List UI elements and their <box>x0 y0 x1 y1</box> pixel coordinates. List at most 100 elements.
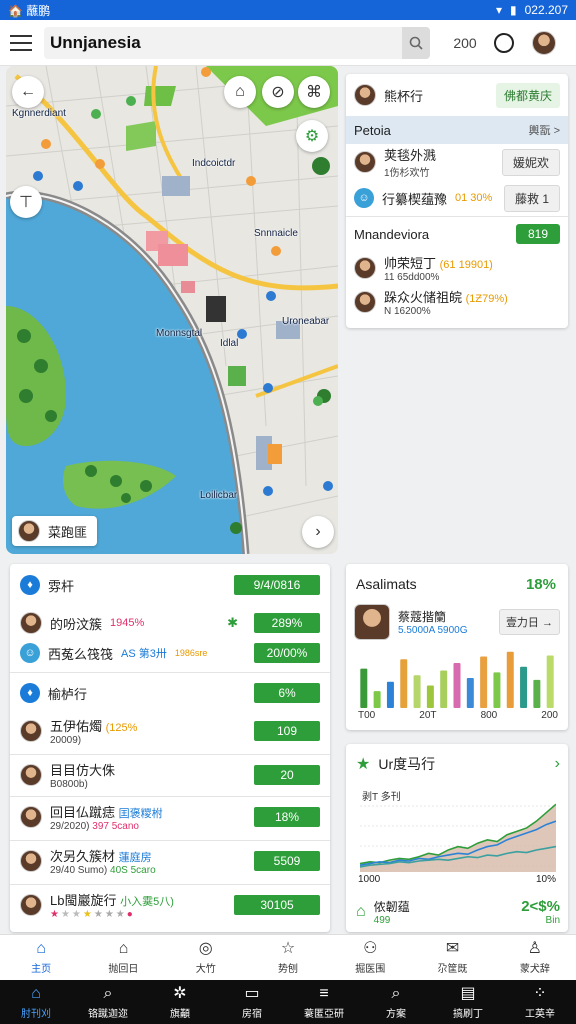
line-chart <box>360 803 556 872</box>
panel-row-2[interactable]: ☺ 行纂楔蕴豫 01 30% 藤救 1 <box>346 180 568 216</box>
list-avatar <box>20 764 42 786</box>
line-card-footer[interactable]: ⌂ 侬韌蕴 499 2<$% Bin <box>356 898 560 926</box>
list-item[interactable]: ☺ 西菟么筏筏 AS 第3卅 1986sre 20/00% <box>10 638 330 668</box>
nav-notices[interactable]: ⌂ 抛回日 <box>82 935 164 980</box>
sys-apps[interactable]: ⁘ 工英辛 <box>504 980 576 1024</box>
list-item[interactable]: ♦ 榆栌行 6% <box>10 678 330 708</box>
menu-icon[interactable] <box>10 34 32 51</box>
panel-row-4[interactable]: 跺众火储祖皖 (1Ƶ79%) N 16200% <box>346 285 568 319</box>
row-avatar <box>354 151 376 173</box>
list-item-value[interactable]: 6% <box>254 683 320 703</box>
list-item[interactable]: ♦ 雰杆 9/4/0816 <box>10 570 330 600</box>
rating-dots: ★★★★★★★● <box>50 909 135 920</box>
layers-icon[interactable]: ⌂ <box>224 76 256 108</box>
list-item-value[interactable]: 289% <box>254 613 320 633</box>
row-avatar <box>354 257 376 279</box>
nav-explore[interactable]: ◎ 大竹 <box>165 935 247 980</box>
section-title: Petoia <box>354 122 391 138</box>
list-item[interactable]: 回目仏蹴痣 囯褒糭柎 29/2020) 397 5cano 18% <box>10 800 330 834</box>
panel-header-button[interactable]: 佛都黄庆 <box>495 82 560 108</box>
bar-card-title: Asalimats <box>356 576 417 592</box>
list-item-name: 次另久簇材 <box>50 849 116 864</box>
panel-row-1[interactable]: 荚毯外溅 1伤杉欢竹 媛妮欢 <box>346 144 568 180</box>
sys-docs[interactable]: ▤ 搞刷丁 <box>432 980 504 1024</box>
map-canvas[interactable] <box>6 66 338 554</box>
row-button[interactable]: 藤救 1 <box>503 184 560 212</box>
list-item-value[interactable]: 5509 <box>254 851 320 871</box>
map-view[interactable]: ← ⌂ ⊘ ⌘ ⚙ ⊤ › Kgnnerdiant Indcoictdr Snn… <box>6 66 338 554</box>
left-list-card: ♦ 雰杆 9/4/0816 的吩汶簇 1945% ✱ 289% ☺ 西菟么筏筏 … <box>10 564 330 932</box>
sys-find[interactable]: ⌕ 方案 <box>360 980 432 1024</box>
home-icon: ⌂ <box>36 940 46 957</box>
chat-icon[interactable] <box>494 32 514 53</box>
search-field[interactable]: Unnjanesia <box>44 26 430 59</box>
chart-bar <box>546 655 554 708</box>
building-icon[interactable]: ⌘ <box>298 76 330 108</box>
back-arrow-icon[interactable]: ← <box>12 76 44 108</box>
nav-label: 大竹 <box>195 964 216 975</box>
line-card-header[interactable]: ★ Ur度马行 › <box>356 754 560 774</box>
list-item-pct: 小入霙5八) <box>120 896 174 908</box>
sys-search[interactable]: ⌕ 铬蹴迦迩 <box>72 980 144 1024</box>
filter-icon[interactable]: ⊤ <box>10 186 42 218</box>
sys-label: 旗顢 <box>170 1008 190 1020</box>
status-bar: 🏠 蘸鹏 ▾ ▮ 022.207 <box>0 0 576 20</box>
list-item-name: 榆栌行 <box>48 686 88 702</box>
map-location-chip[interactable]: 菜跑匪 <box>12 516 98 546</box>
row-button[interactable]: 媛妮欢 <box>501 148 560 176</box>
list-item-pct: 1945% <box>110 617 145 629</box>
section-badge[interactable]: 819 <box>515 224 560 244</box>
sys-media[interactable]: ▭ 房宿 <box>216 980 288 1024</box>
person-button[interactable]: 壹力日 → <box>498 609 560 635</box>
search-input[interactable]: Unnjanesia <box>50 33 402 53</box>
smile-icon: ☺ <box>354 188 374 208</box>
search-icon[interactable] <box>402 26 430 59</box>
nav-home[interactable]: ⌂ 主页 <box>0 935 82 980</box>
nav-people[interactable]: ⚇ 掘医围 <box>329 935 411 980</box>
list-avatar <box>20 720 42 742</box>
bar-card-percent: 18% <box>525 576 556 593</box>
star-icon: ☆ <box>280 940 296 957</box>
sys-home[interactable]: ⌂ 肘刊刈 <box>0 980 72 1024</box>
user-avatar[interactable] <box>532 30 556 55</box>
next-arrow-icon[interactable]: › <box>302 516 334 548</box>
right-panel: 熊杯行 佛都黄庆 Petoia 輿翫 > 荚毯外溅 1伤杉欢竹 媛妮欢 ☺ 行纂… <box>346 74 568 328</box>
chart-bar <box>440 670 448 708</box>
list-item[interactable]: 目目仿大侏 B0800b) 20 <box>10 758 330 792</box>
panel-header: 熊杯行 佛都黄庆 <box>346 74 568 116</box>
section-link[interactable]: 輿翫 > <box>529 122 560 138</box>
nav-favorites[interactable]: ☆ 势刨 <box>247 935 329 980</box>
gear-icon: ✲ <box>173 984 187 1002</box>
sys-tools[interactable]: ✲ 旗顢 <box>144 980 216 1024</box>
nav-messages[interactable]: ✉ 尕筐既 <box>411 935 493 980</box>
list-item-value[interactable]: 9/4/0816 <box>234 575 320 595</box>
list-avatar <box>20 850 42 872</box>
settings-icon[interactable]: ⚙ <box>296 120 328 152</box>
tag-icon[interactable]: ⊘ <box>262 76 294 108</box>
list-item-value[interactable]: 109 <box>254 721 320 741</box>
app-bar: Unnjanesia 200 <box>0 20 576 66</box>
list-item-sub: 29/2020) <box>50 821 90 832</box>
bar-card-person[interactable]: 蔡蔻揩籣 5.5000A 5900G 壹力日 → <box>354 604 560 640</box>
document-icon: ▤ <box>460 984 476 1002</box>
list-item-value[interactable]: 30105 <box>234 895 320 915</box>
row-name: 跺众火储祖皖 <box>384 290 463 305</box>
list-item[interactable]: Lb閩巖旋行 小入霙5八) ★★★★★★★● 30105 <box>10 888 330 922</box>
person-sub: 5.5000A 5900G <box>398 625 468 636</box>
list-item-value[interactable]: 20 <box>254 765 320 785</box>
chevron-right-icon[interactable]: › <box>555 755 560 773</box>
list-item[interactable]: 的吩汶簇 1945% ✱ 289% <box>10 608 330 638</box>
sys-menu[interactable]: ≡ 蓑匿亞研 <box>288 980 360 1024</box>
row-pct: (1Ƶ79%) <box>465 293 508 305</box>
row-name: 行纂楔蕴豫 <box>382 191 448 207</box>
list-item[interactable]: 次另久簇材 蓮庭房 29/40 Sumo) 40S 5caro 5509 <box>10 844 330 878</box>
drop-icon: ♦ <box>20 575 40 595</box>
row-sub: 11 65dd00% <box>384 272 440 283</box>
nav-label: 掘医围 <box>355 964 386 975</box>
nav-profile[interactable]: ♙ 蒙犬辞 <box>494 935 576 980</box>
panel-row-3[interactable]: 帅荣短丁 (61 19901) 11 65dd00% <box>346 251 568 285</box>
list-item[interactable]: 五伊佑燭 (125% 20009) 109 <box>10 714 330 748</box>
list-item-value[interactable]: 20/00% <box>254 643 320 663</box>
footer-sub2: Bin <box>545 915 560 926</box>
list-item-value[interactable]: 18% <box>254 807 320 827</box>
